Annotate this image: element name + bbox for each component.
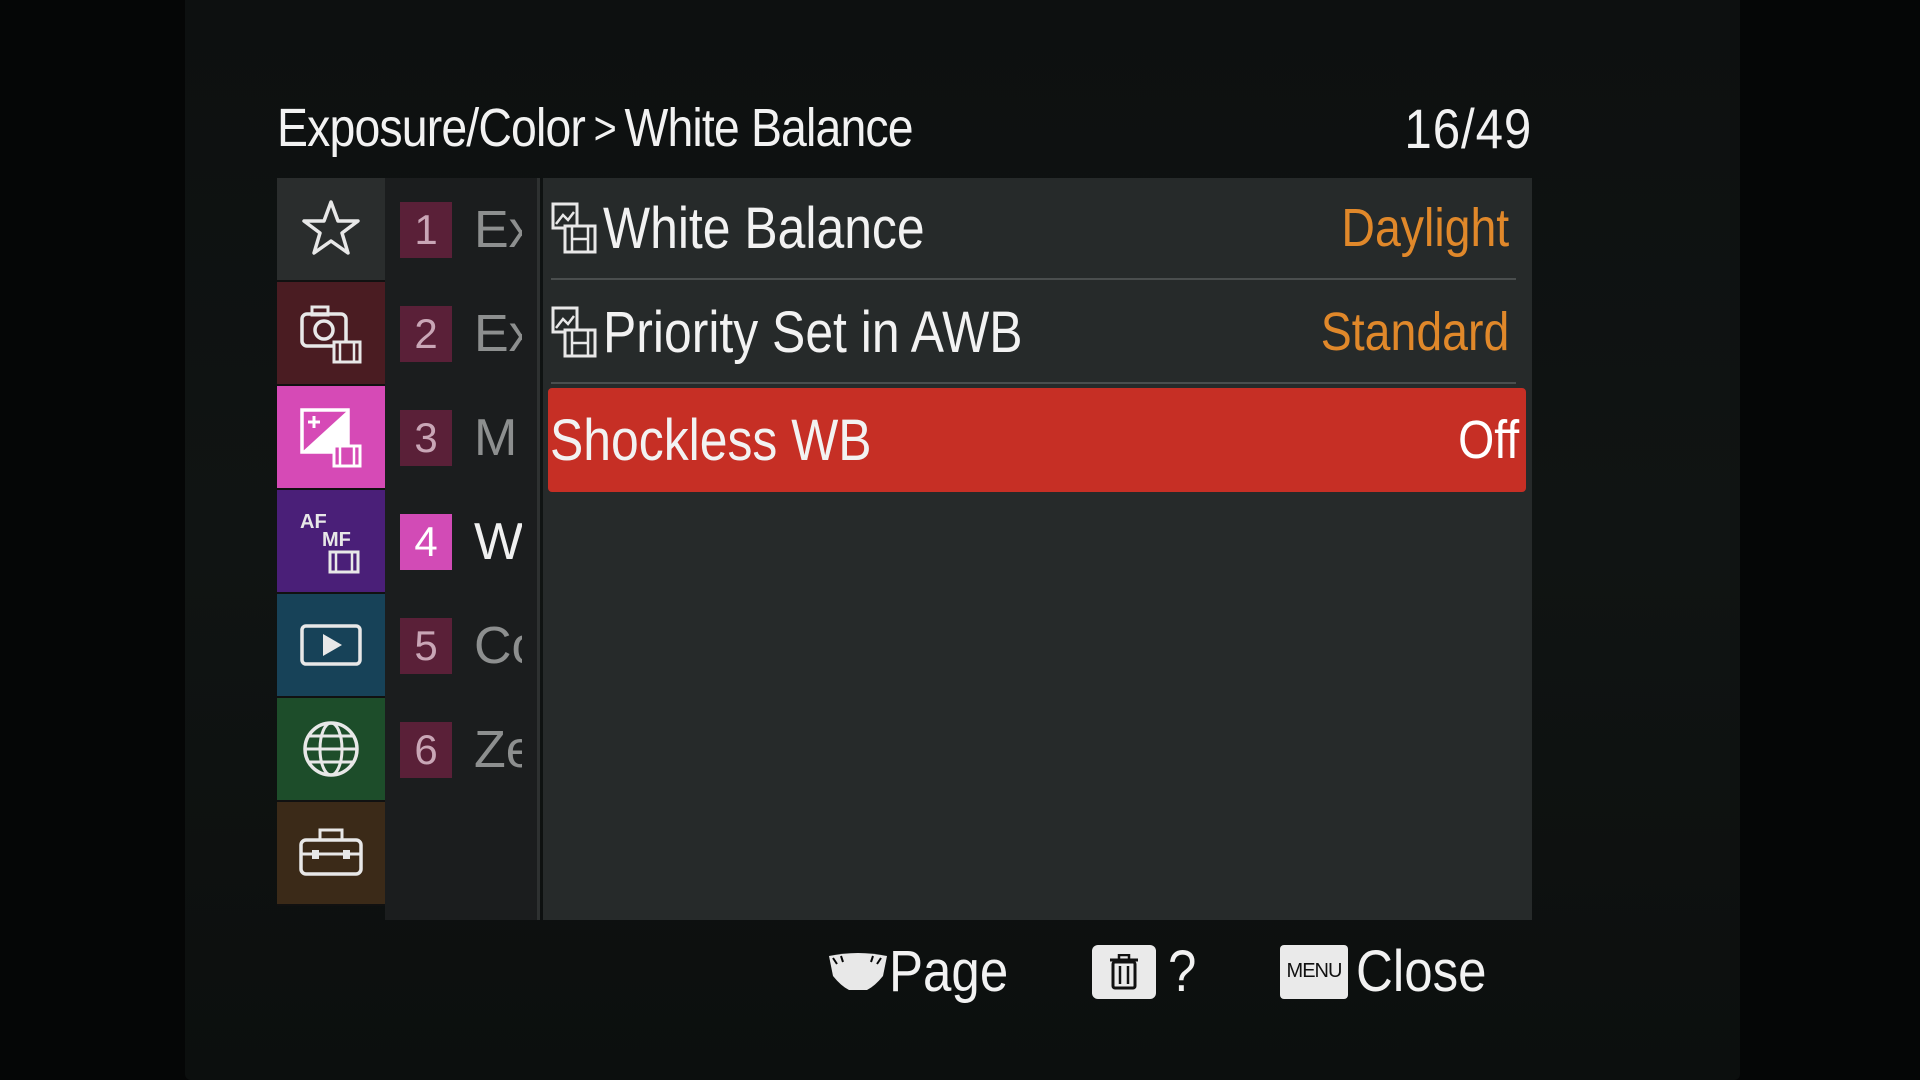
submenu-item-6[interactable]: 6 Ze xyxy=(385,698,537,802)
af-mf-movie-icon: AF MF xyxy=(300,511,360,574)
globe-icon xyxy=(303,721,359,777)
setting-label: Shockless WB xyxy=(550,407,872,473)
sidebar-item-playback[interactable] xyxy=(277,594,385,698)
submenu-number: 1 xyxy=(400,202,452,258)
svg-text:MF: MF xyxy=(322,529,351,551)
setting-value: Daylight xyxy=(1341,198,1510,258)
page-counter: 16/49 xyxy=(1404,96,1532,160)
toolbox-icon xyxy=(299,828,363,876)
trash-button-icon xyxy=(1092,944,1156,999)
sidebar-item-network[interactable] xyxy=(277,698,385,802)
sidebar-item-shooting[interactable] xyxy=(277,282,385,386)
setting-label: White Balance xyxy=(603,195,925,261)
close-label: Close xyxy=(1356,939,1487,1004)
breadcrumb-current: White Balance xyxy=(624,98,913,158)
exposure-movie-icon xyxy=(300,408,362,468)
play-icon xyxy=(300,624,362,666)
submenu-label: Ze xyxy=(474,721,522,779)
setting-value: Off xyxy=(1458,410,1520,470)
menu-button-icon: MENU xyxy=(1280,944,1348,999)
menu-header: Exposure/Color > White Balance 16/49 xyxy=(277,88,1532,168)
submenu-label: Ex xyxy=(474,305,522,363)
submenu-item-3[interactable]: 3 M xyxy=(385,386,537,490)
sidebar-item-exposure-color[interactable] xyxy=(277,386,385,490)
submenu-column: 1 Ex 2 Ex 3 M 4 W 5 Co 6 Ze xyxy=(385,178,540,920)
submenu-number: 6 xyxy=(400,722,452,778)
submenu-number: 3 xyxy=(400,410,452,466)
main-category-sidebar: AF MF xyxy=(277,178,385,920)
settings-list: White Balance Daylight Priority Set in A… xyxy=(543,178,1532,920)
still-movie-icon xyxy=(551,202,597,254)
star-icon xyxy=(302,200,360,255)
submenu-item-2[interactable]: 2 Ex xyxy=(385,282,537,386)
close-hint[interactable]: MENU Close xyxy=(1280,938,1504,1005)
breadcrumb-separator: > xyxy=(593,102,617,154)
breadcrumb: Exposure/Color > White Balance xyxy=(277,97,914,159)
submenu-number: 5 xyxy=(400,618,452,674)
trash-icon xyxy=(1110,953,1138,989)
submenu-label: M xyxy=(474,409,518,467)
setting-row-priority-awb[interactable]: Priority Set in AWB Standard xyxy=(551,282,1516,384)
control-wheel-icon xyxy=(829,952,887,990)
submenu-number: 2 xyxy=(400,306,452,362)
submenu-label: Co xyxy=(474,617,522,675)
sidebar-item-favorites[interactable] xyxy=(277,178,385,282)
still-movie-icon xyxy=(551,306,597,358)
sidebar-item-setup[interactable] xyxy=(277,802,385,906)
submenu-label: Ex xyxy=(474,201,522,259)
setting-label: Priority Set in AWB xyxy=(603,299,1023,365)
help-label: ? xyxy=(1168,939,1197,1004)
page-label: Page xyxy=(889,939,1009,1004)
submenu-item-5[interactable]: 5 Co xyxy=(385,594,537,698)
setting-value: Standard xyxy=(1320,302,1510,362)
camera-menu-screen: Exposure/Color > White Balance 16/49 AF … xyxy=(0,0,1920,1080)
breadcrumb-parent: Exposure/Color xyxy=(277,98,586,158)
page-hint[interactable]: Page xyxy=(827,938,1024,1005)
submenu-label-active: W xyxy=(474,513,522,571)
sidebar-item-focus[interactable]: AF MF xyxy=(277,490,385,594)
help-hint[interactable]: ? xyxy=(1092,938,1200,1005)
setting-row-shockless-wb[interactable]: Shockless WB Off xyxy=(548,388,1526,492)
submenu-item-4[interactable]: 4 W xyxy=(385,490,537,594)
submenu-number-active: 4 xyxy=(400,514,452,570)
camera-movie-icon xyxy=(300,305,362,364)
submenu-item-1[interactable]: 1 Ex xyxy=(385,178,537,282)
setting-row-white-balance[interactable]: White Balance Daylight xyxy=(551,178,1516,280)
menu-footer: Page ? MENU Close xyxy=(277,930,1532,1020)
